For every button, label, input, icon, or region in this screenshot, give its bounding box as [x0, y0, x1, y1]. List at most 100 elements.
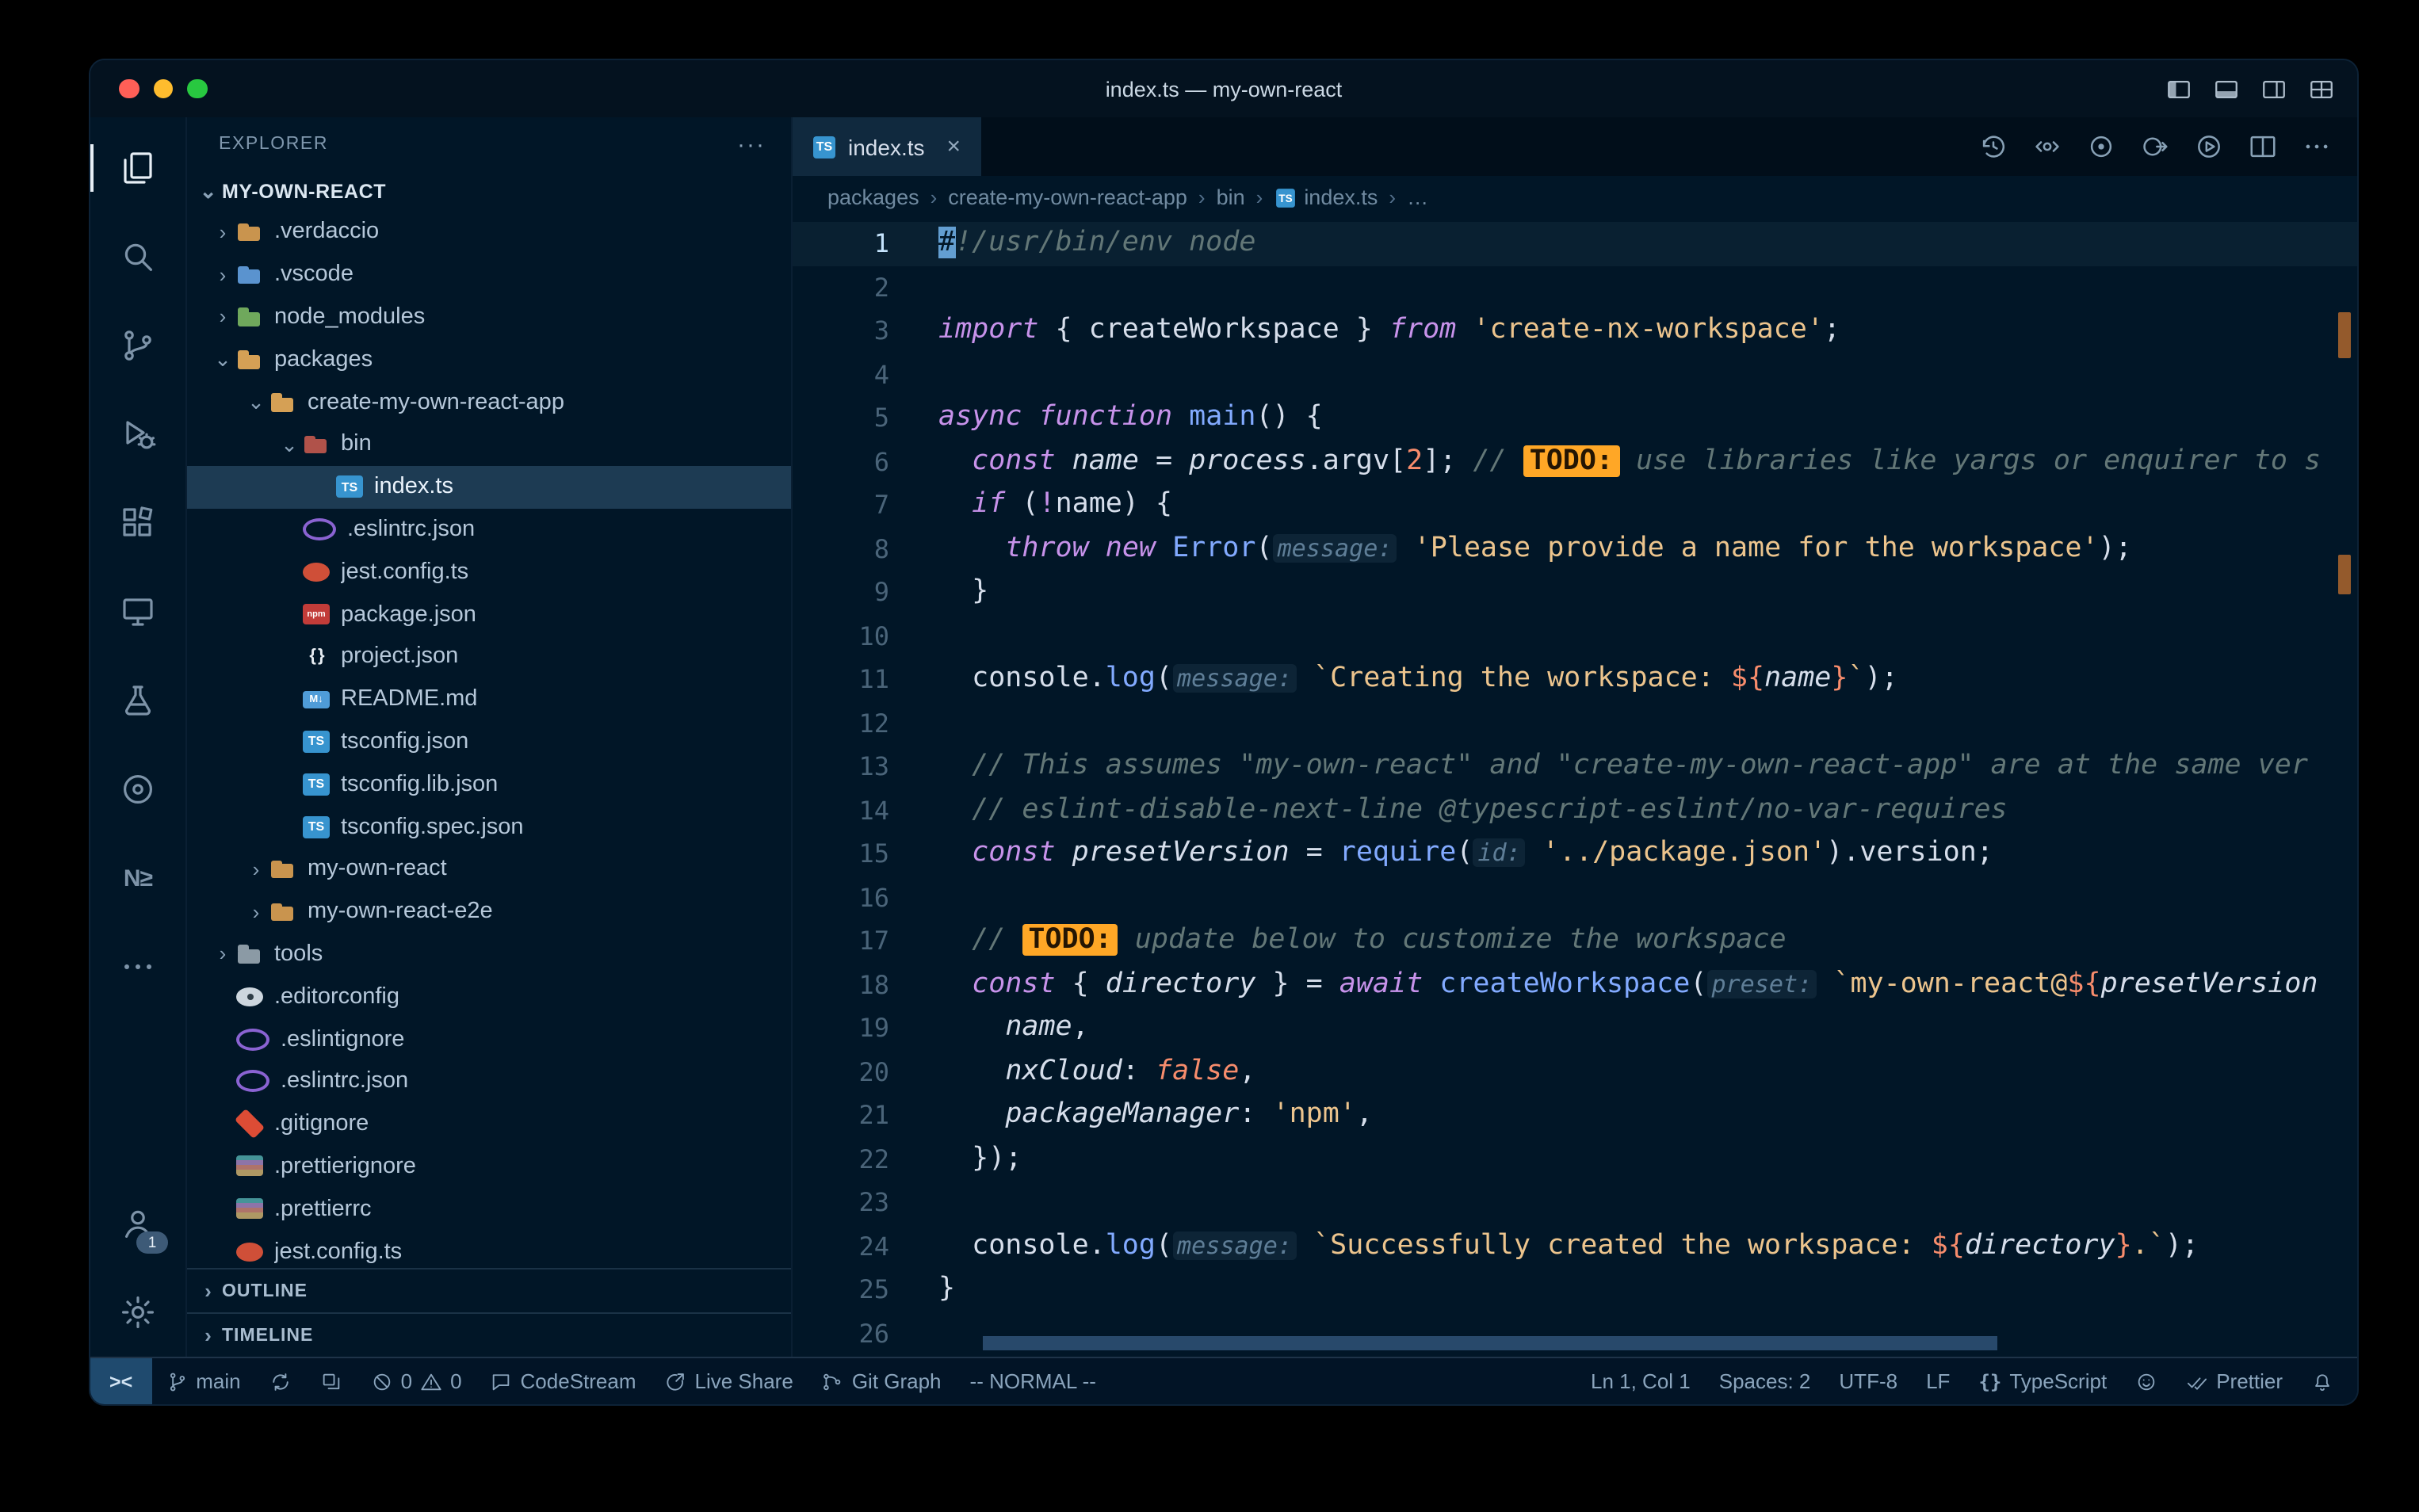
tree-item[interactable]: ›tools	[187, 933, 791, 976]
close-tab-icon[interactable]: ×	[947, 133, 961, 160]
code-line-text: const { directory } = await createWorksp…	[889, 963, 2318, 1006]
braces-icon: {}	[1978, 1370, 2001, 1392]
status-encoding[interactable]: UTF-8	[1825, 1358, 1912, 1404]
circle-arrow-button[interactable]	[2140, 132, 2170, 162]
activity-accounts[interactable]: 1	[90, 1179, 185, 1268]
target-button[interactable]	[2086, 132, 2116, 162]
close-window-button[interactable]	[119, 79, 139, 99]
activity-circle-tool[interactable]	[90, 745, 185, 834]
timeline-section[interactable]: › TIMELINE	[187, 1312, 791, 1357]
activity-extensions[interactable]	[90, 479, 185, 567]
code-line-text: packageManager: 'npm',	[889, 1094, 1373, 1137]
status-cursor-position[interactable]: Ln 1, Col 1	[1576, 1358, 1705, 1404]
tree-item[interactable]: package.json	[187, 593, 791, 636]
status-indentation[interactable]: Spaces: 2	[1705, 1358, 1825, 1404]
tree-item[interactable]: README.md	[187, 678, 791, 721]
tree-item[interactable]: ⌄bin	[187, 423, 791, 466]
code-line-19: 19 name,	[793, 1006, 2357, 1050]
tree-item[interactable]: .prettierignore	[187, 1145, 791, 1188]
activity-search[interactable]	[90, 212, 185, 301]
activity-remote-explorer[interactable]	[90, 567, 185, 656]
code-line-22: 22 });	[793, 1137, 2357, 1181]
error-icon	[371, 1370, 393, 1392]
zoom-window-button[interactable]	[187, 79, 207, 99]
workspace-root[interactable]: ⌄ MY-OWN-REACT	[187, 171, 791, 211]
activity-settings[interactable]	[90, 1268, 185, 1357]
tree-item[interactable]: index.ts	[187, 466, 791, 509]
code-editor[interactable]: 1#!/usr/bin/env node23import { createWor…	[793, 219, 2357, 1357]
tree-item[interactable]: ›.vscode	[187, 254, 791, 296]
tree-item[interactable]: .prettierrc	[187, 1188, 791, 1231]
customize-layout-button[interactable]	[2308, 75, 2335, 102]
tree-item[interactable]: tsconfig.lib.json	[187, 763, 791, 806]
overview-ruler-mark	[2338, 312, 2351, 358]
tree-item[interactable]: .editorconfig	[187, 976, 791, 1018]
breadcrumb-item[interactable]: packages	[827, 185, 919, 209]
toggle-panel-button[interactable]	[2213, 75, 2240, 102]
tree-item[interactable]: jest.config.ts	[187, 1230, 791, 1268]
tree-item[interactable]: ›.verdaccio	[187, 211, 791, 254]
status-prettier[interactable]: Prettier	[2172, 1358, 2297, 1404]
tree-item[interactable]: ›my-own-react	[187, 848, 791, 891]
chevron-right-icon: ›	[209, 222, 236, 242]
status-git-graph[interactable]: Git Graph	[808, 1358, 956, 1404]
status-problems[interactable]: 00	[357, 1358, 476, 1404]
toggle-primary-sidebar-button[interactable]	[2165, 75, 2192, 102]
breadcrumb-item[interactable]: create-my-own-react-app	[948, 185, 1187, 209]
status-language-mode[interactable]: {}TypeScript	[1964, 1358, 2121, 1404]
tree-item[interactable]: ⌄create-my-own-react-app	[187, 380, 791, 423]
tree-item[interactable]: tsconfig.json	[187, 720, 791, 763]
chevron-right-icon: ›	[209, 264, 236, 284]
nx-console-icon: N≥	[124, 865, 152, 892]
activity-testing[interactable]	[90, 656, 185, 745]
status-eol[interactable]: LF	[1912, 1358, 1964, 1404]
activity-nx-console[interactable]: N≥	[90, 834, 185, 922]
horizontal-scrollbar[interactable]	[983, 1336, 1997, 1350]
breadcrumb-item[interactable]: index.ts	[1274, 185, 1378, 209]
more-actions-button[interactable]	[2302, 132, 2332, 162]
explorer-more-actions-icon[interactable]: ···	[737, 131, 766, 158]
status-notifications[interactable]	[2297, 1358, 2348, 1404]
activity-explorer[interactable]	[90, 124, 185, 212]
status-vim-mode[interactable]: -- NORMAL --	[956, 1358, 1110, 1404]
tree-item-label: README.md	[341, 686, 477, 712]
status-git-sync[interactable]	[255, 1358, 306, 1404]
tree-item[interactable]: project.json	[187, 636, 791, 678]
tab-index-ts[interactable]: index.ts ×	[793, 117, 981, 176]
tree-item[interactable]: .eslintrc.json	[187, 508, 791, 551]
tree-item[interactable]: jest.config.ts	[187, 551, 791, 594]
split-editor-button[interactable]	[2248, 132, 2278, 162]
timeline-button[interactable]	[1978, 132, 2008, 162]
tree-item[interactable]: ›node_modules	[187, 296, 791, 338]
ts-icon	[336, 475, 363, 498]
breadcrumb-item[interactable]: …	[1407, 185, 1428, 209]
breadcrumb-separator: ›	[1389, 185, 1396, 209]
activity-additional-views[interactable]	[90, 922, 185, 1011]
breadcrumb-item[interactable]: bin	[1217, 185, 1245, 209]
status-codestream[interactable]: CodeStream	[476, 1358, 651, 1404]
tree-item[interactable]: .eslintrc.json	[187, 1060, 791, 1103]
compare-changes-button[interactable]	[2032, 132, 2062, 162]
status-remote-host[interactable]: ><	[90, 1358, 151, 1404]
tree-item[interactable]: .gitignore	[187, 1102, 791, 1145]
minimize-window-button[interactable]	[153, 79, 173, 99]
status-live-share[interactable]: Live Share	[651, 1358, 808, 1404]
status-layers[interactable]	[306, 1358, 357, 1404]
line-number: 14	[793, 788, 889, 832]
toggle-secondary-sidebar-button[interactable]	[2260, 75, 2287, 102]
outline-section[interactable]: › OUTLINE	[187, 1268, 791, 1312]
tree-item[interactable]: tsconfig.spec.json	[187, 805, 791, 848]
activity-run-and-debug[interactable]	[90, 390, 185, 479]
status-label: main	[196, 1369, 240, 1393]
tree-item[interactable]: ›my-own-react-e2e	[187, 891, 791, 934]
status-feedback[interactable]	[2121, 1358, 2172, 1404]
tree-item[interactable]: .eslintignore	[187, 1018, 791, 1060]
tree-item[interactable]: ⌄packages	[187, 338, 791, 381]
window-buttons	[119, 60, 207, 117]
run-file-button[interactable]	[2194, 132, 2224, 162]
npm-icon	[303, 604, 330, 624]
code-line-text: }	[889, 571, 988, 614]
activity-source-control[interactable]	[90, 301, 185, 390]
branch-icon	[166, 1370, 188, 1392]
status-git-branch[interactable]: main	[151, 1358, 254, 1404]
